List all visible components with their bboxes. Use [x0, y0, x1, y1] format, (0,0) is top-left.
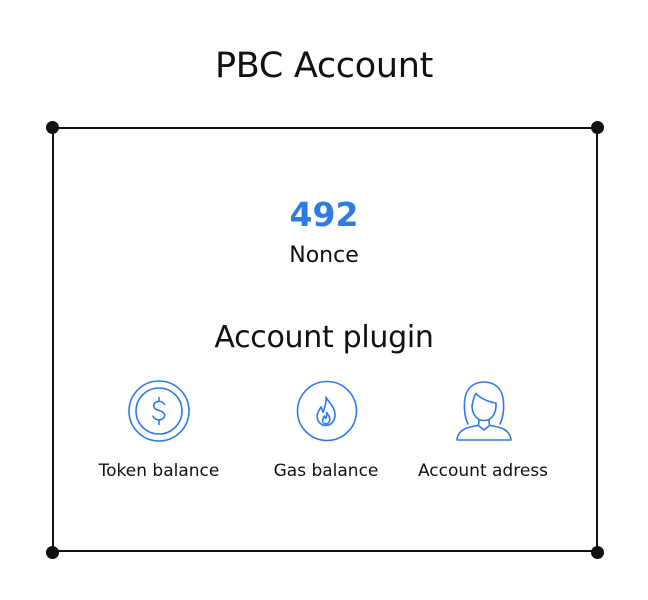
token-balance-label: Token balance	[98, 461, 220, 481]
nonce-label: Nonce	[289, 243, 359, 268]
corner-dot-bottom-left	[46, 546, 59, 559]
corner-dot-top-right	[591, 121, 604, 134]
corner-dot-bottom-right	[591, 546, 604, 559]
dollar-coin-icon	[127, 380, 191, 444]
gas-balance-label: Gas balance	[273, 461, 379, 481]
page-title: PBC Account	[214, 46, 434, 86]
flame-icon	[296, 380, 360, 444]
nonce-value: 492	[289, 195, 359, 234]
account-address-label: Account adress	[417, 461, 549, 481]
person-icon	[452, 378, 516, 444]
account-plugin-title: Account plugin	[214, 320, 434, 355]
corner-dot-top-left	[46, 121, 59, 134]
